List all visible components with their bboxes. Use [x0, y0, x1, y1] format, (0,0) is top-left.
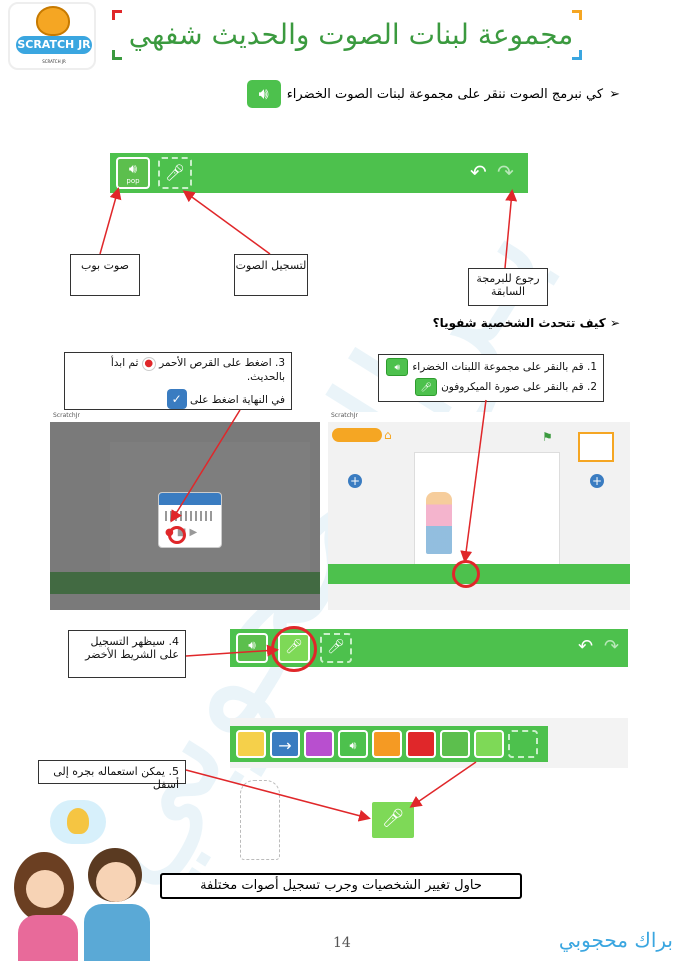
sound-category[interactable]: 🔊︎	[338, 730, 368, 758]
app-titlebar: ScratchJr	[50, 412, 320, 422]
record-button-highlight	[168, 526, 186, 544]
trigger-category[interactable]	[236, 730, 266, 758]
step1: 1. قم بالنقر على مجموعة اللبنات الخضراء …	[385, 358, 597, 376]
page-thumbnail[interactable]	[578, 432, 614, 462]
girl-face	[26, 870, 64, 908]
logo-text: SCRATCH JR	[16, 36, 92, 54]
step3-line1: 3. اضغط على القرص الأحمر ● ثم ابدأ بالحد…	[110, 357, 285, 383]
step4-box: 4. سيظهر التسجيل على الشريط الأخضر	[68, 630, 186, 678]
bullet-arrow-icon: ➢	[609, 86, 620, 102]
screenshot-editor: ScratchJr ⌂ ⚑ + +	[328, 412, 630, 610]
add-sprite-icon[interactable]: +	[348, 474, 362, 488]
record-sound-block-2[interactable]: 🎤︎	[320, 633, 352, 663]
dragged-mic-icon: 🎤︎	[381, 808, 405, 829]
record-sound-block-3[interactable]	[508, 730, 538, 758]
end-category[interactable]	[406, 730, 436, 758]
logo-url: SCRATCH JR	[42, 59, 66, 64]
screenshot-recording: ScratchJr ● ■ ▶	[50, 412, 320, 610]
pop-sound-block-2[interactable]: 🔊︎	[236, 633, 268, 663]
speaker-icon-2: 🔊︎	[248, 638, 256, 652]
red-record-icon: ●	[141, 357, 156, 371]
checkmark-icon: ✓	[166, 389, 187, 409]
recorded-sound-block-2[interactable]	[474, 730, 504, 758]
green-flag-icon[interactable]: ⚑	[542, 430, 553, 444]
signature: براك محجوبي	[558, 928, 673, 952]
girl-body	[18, 915, 78, 961]
page-title: مجموعة لبنات الصوت والحديث شفهي	[128, 18, 574, 51]
callout-record: لتسجيل الصوت	[234, 254, 308, 296]
speaker-icon: 🔊︎	[128, 162, 138, 177]
redo-icon[interactable]: ↷	[497, 160, 514, 184]
step2: 2. قم بالنقر على صورة الميكروفون 🎤︎	[385, 378, 597, 396]
character-sketch	[240, 780, 280, 860]
scratchjr-logo: SCRATCH JR SCRATCH JR	[8, 2, 96, 70]
step5-box: 5. يمكن استعماله بجره إلى أسفل	[38, 760, 186, 791]
page-number: 14	[333, 935, 351, 951]
steps-1-2-box: 1. قم بالنقر على مجموعة اللبنات الخضراء …	[378, 354, 604, 402]
sound-block-icon: 🔊︎	[246, 80, 281, 108]
section-heading: ➢ كيف تتحدث الشخصية شفويا؟	[432, 316, 620, 330]
intro-line: ➢ كي نبرمج الصوت ننقر على مجموعة لبنات ا…	[180, 80, 620, 108]
motion-category[interactable]: →	[270, 730, 300, 758]
microphone-highlight	[452, 560, 480, 588]
callout-pop: صوت بوب	[70, 254, 140, 296]
microphone-icon: 🎤︎	[164, 163, 186, 182]
pop-sound-block-3[interactable]	[440, 730, 470, 758]
looks-category[interactable]	[304, 730, 334, 758]
scratchjr-logo-small	[332, 428, 382, 442]
task-box: حاول تغيير الشخصيات وجرب تسجيل أصوات مخت…	[160, 873, 522, 899]
undo-icon-2[interactable]: ↶	[578, 636, 593, 657]
app-titlebar-2: ScratchJr	[328, 412, 630, 422]
intro-text: كي نبرمج الصوت ننقر على مجموعة لبنات الص…	[286, 86, 604, 102]
boy-body	[84, 904, 150, 961]
microphone-icon-2: 🎤︎	[327, 639, 345, 655]
pop-label: pop	[126, 177, 140, 185]
dragged-recorded-block[interactable]: 🎤︎	[370, 800, 416, 840]
pop-sound-block[interactable]: 🔊︎ pop	[116, 157, 150, 189]
microphone-icon-small: 🎤︎	[415, 378, 438, 396]
callout-undo: رجوع للبرمجة السابقة	[468, 268, 548, 306]
step3-line2: في النهاية اضغط على ✓	[71, 389, 285, 409]
boy-face	[96, 862, 136, 902]
dialog-header	[159, 493, 221, 505]
recorded-block-highlight	[271, 626, 317, 672]
home-icon[interactable]: ⌂	[384, 428, 392, 442]
redo-icon-2[interactable]: ↷	[604, 636, 619, 657]
character-figure	[426, 492, 452, 554]
scratch-cat-icon	[36, 6, 70, 36]
control-category[interactable]	[372, 730, 402, 758]
sound-block-icon-small: 🔊︎	[386, 358, 409, 376]
add-page-icon[interactable]: +	[590, 474, 604, 488]
record-sound-block[interactable]: 🎤︎	[158, 157, 192, 189]
bullet-arrow-icon-2: ➢	[605, 316, 620, 330]
undo-icon[interactable]: ↶	[470, 160, 487, 184]
record-dialog[interactable]: ● ■ ▶	[158, 492, 222, 548]
lightbulb-icon	[50, 800, 106, 844]
step3-box: 3. اضغط على القرص الأحمر ● ثم ابدأ بالحد…	[64, 352, 292, 410]
level-meter	[165, 511, 215, 521]
